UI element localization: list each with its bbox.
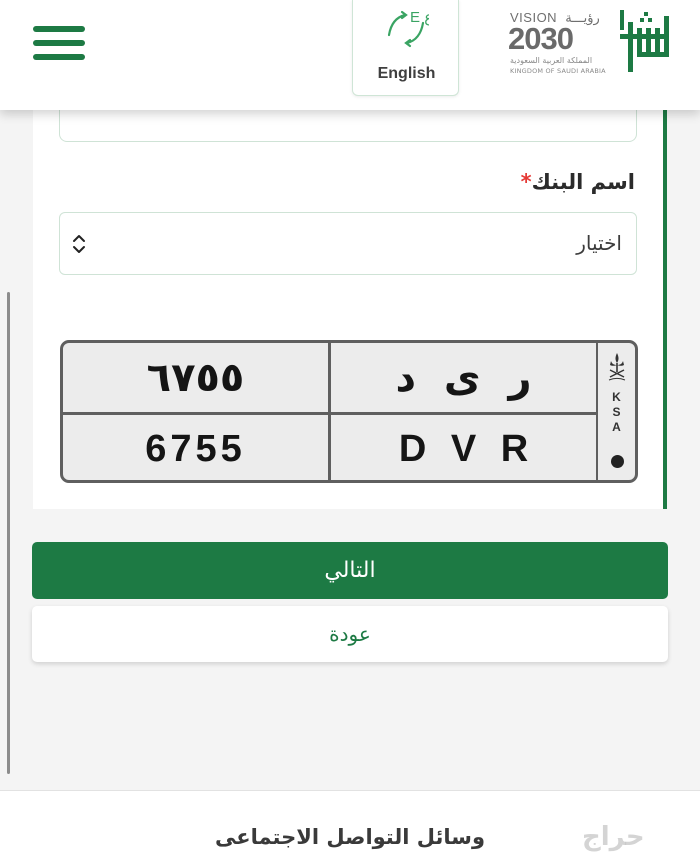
up-down-chevron-icon	[73, 235, 85, 253]
hamburger-bar	[33, 40, 85, 46]
vision-2030-logo: VISION رؤيـــة 2030 المملكة العربية السع…	[506, 7, 606, 77]
plate-divider	[63, 412, 596, 415]
plate-ksa-column: K S A	[598, 343, 635, 480]
language-toggle-button[interactable]: E ع English	[352, 0, 459, 96]
bank-select-value: اختيار	[576, 231, 622, 255]
language-toggle-icon: E ع	[387, 9, 429, 48]
plate-ksa-letters: K S A	[612, 390, 621, 434]
plate-letters-english: D V R	[398, 427, 529, 470]
back-button[interactable]: عودة	[32, 606, 668, 662]
saudi-emblem-icon	[608, 353, 626, 381]
plate-numbers-english: 6755	[145, 427, 246, 470]
next-button[interactable]: التالي	[32, 542, 668, 599]
language-label: English	[377, 65, 436, 82]
vision-logo-arabic-line: المملكة العربية السعودية	[510, 56, 593, 65]
absher-logo	[620, 10, 669, 72]
required-asterisk: *	[520, 170, 532, 194]
hamburger-menu-icon[interactable]	[33, 26, 85, 60]
vision-logo-year: 2030	[508, 21, 574, 56]
top-header: E ع English VISION رؤيـــة 2030 المملكة …	[0, 0, 700, 110]
plate-numbers-arabic: ٦٧٥٥	[146, 354, 245, 401]
vision-logo-english-line: KINGDOM OF SAUDI ARABIA	[510, 67, 606, 75]
license-plate: ٦٧٥٥ ر ى د 6755 D V R K S A	[60, 340, 638, 483]
plate-letters-arabic: ر ى د	[395, 354, 532, 401]
svg-text:E ع: E ع	[410, 9, 429, 26]
bank-name-select[interactable]: اختيار	[59, 212, 637, 275]
page-scrollbar[interactable]	[7, 292, 10, 774]
haraj-watermark: حراج	[582, 822, 645, 852]
form-card: اسم البنك* اختيار ٦٧٥٥ ر ى د 6755 D V R	[33, 96, 667, 509]
hamburger-bar	[33, 54, 85, 60]
bank-name-label: اسم البنك*	[520, 170, 635, 194]
plate-dot	[611, 455, 624, 468]
hamburger-bar	[33, 26, 85, 32]
